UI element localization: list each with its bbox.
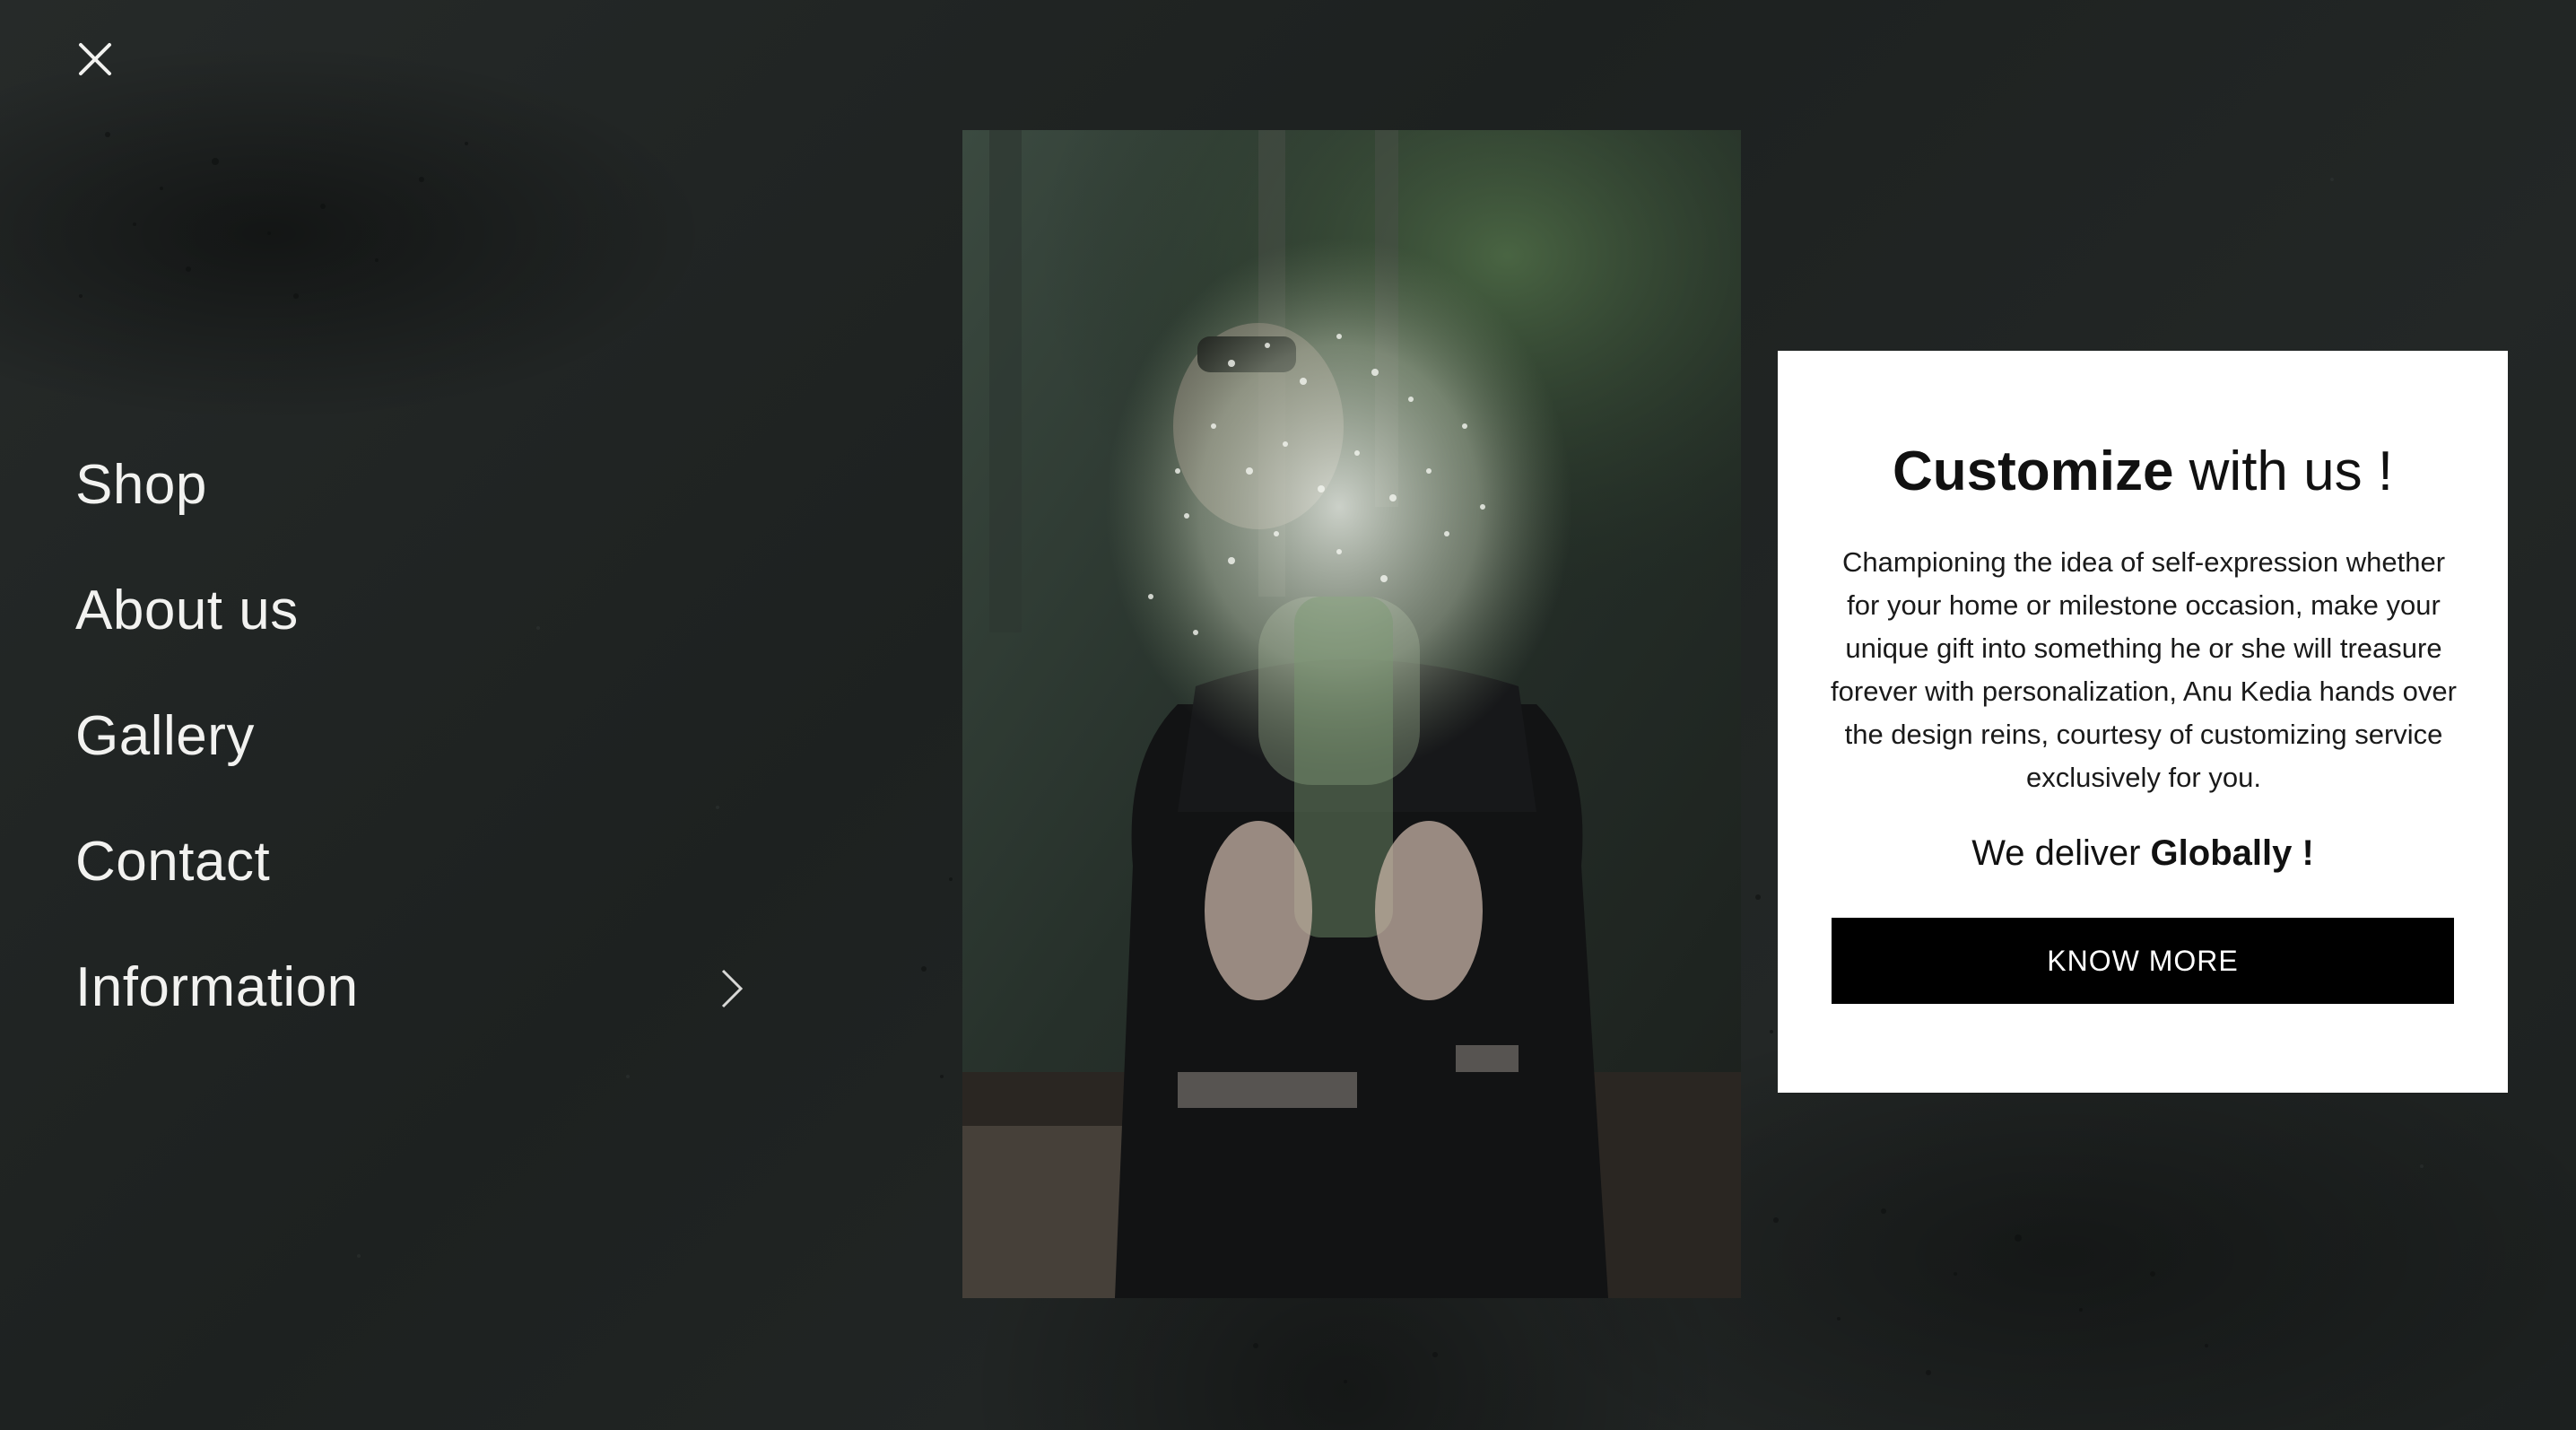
promo-title-bold: Customize: [1892, 440, 2174, 502]
menu-item-shop[interactable]: Shop: [75, 422, 757, 547]
menu-item-about-us[interactable]: About us: [75, 547, 757, 673]
main-menu: Shop About us Gallery Contact Informatio…: [75, 422, 757, 1050]
delivery-note-prefix: We deliver: [1971, 833, 2151, 873]
close-icon: [79, 43, 111, 75]
menu-overlay: Shop About us Gallery Contact Informatio…: [0, 0, 2576, 1430]
menu-item-label: About us: [75, 579, 299, 641]
know-more-button[interactable]: KNOW MORE: [1832, 918, 2454, 1004]
close-button[interactable]: [74, 38, 117, 81]
featured-photo: [962, 130, 1741, 1298]
menu-item-label: Information: [75, 955, 359, 1018]
promo-title-rest: with us !: [2173, 440, 2394, 502]
menu-item-contact[interactable]: Contact: [75, 798, 757, 924]
menu-item-label: Gallery: [75, 704, 255, 767]
delivery-note-bold: Globally !: [2150, 833, 2314, 873]
menu-item-label: Shop: [75, 453, 207, 516]
delivery-note: We deliver Globally !: [1778, 831, 2508, 876]
promo-description: Championing the idea of self-expression …: [1831, 546, 2457, 793]
menu-item-label: Contact: [75, 830, 271, 893]
customize-promo-card: Customize with us ! Championing the idea…: [1778, 351, 2508, 1093]
menu-item-information[interactable]: Information: [75, 924, 757, 1050]
promo-title: Customize with us !: [1778, 440, 2508, 503]
menu-item-gallery[interactable]: Gallery: [75, 673, 757, 798]
chevron-right-icon[interactable]: [719, 967, 744, 1010]
